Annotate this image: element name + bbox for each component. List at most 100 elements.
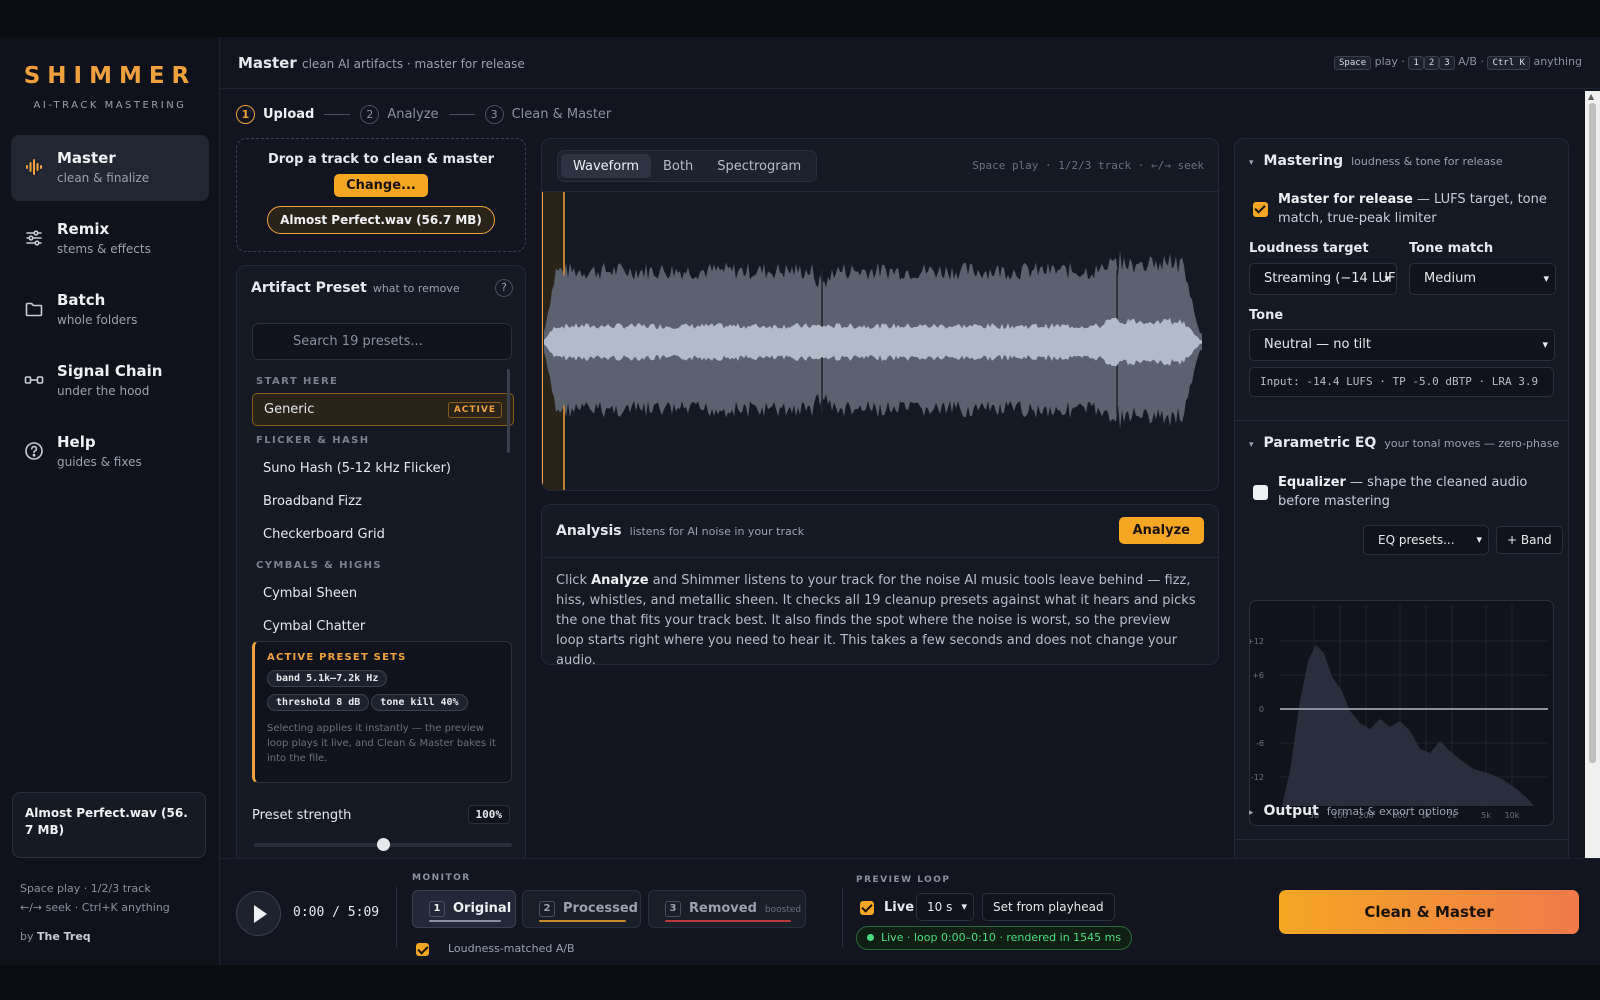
loudness-target-value: Streaming (−14 LUFS)	[1264, 271, 1397, 286]
sidebar-item-title: Remix	[57, 220, 110, 238]
sidebar-item-title: Master	[57, 149, 116, 167]
drop-zone[interactable]: Drop a track to clean & master Change...…	[236, 138, 526, 252]
eq-spectrum-fill	[1280, 645, 1534, 806]
preset-item-suno-hash[interactable]: Suno Hash (5-12 kHz Flicker)	[252, 452, 514, 485]
active-sets-title: ACTIVE PRESET SETS	[267, 652, 407, 663]
brand-logo: SHIMMER	[23, 63, 197, 89]
set-from-playhead-button[interactable]: Set from playhead	[982, 893, 1115, 921]
monitor-removed-button[interactable]: 3 Removed boosted	[648, 890, 806, 928]
preset-search-input[interactable]: Search 19 presets...	[252, 323, 512, 360]
preset-panel-title: Artifact Preset what to remove	[251, 280, 460, 296]
monitor-processed-button[interactable]: 2 Processed	[522, 890, 641, 928]
boosted-tag: boosted	[764, 905, 802, 915]
waveform-graphic	[542, 192, 1202, 490]
sidebar-item-sub: stems & effects	[57, 242, 151, 256]
scroll-up-icon[interactable]: ▲	[1588, 92, 1594, 101]
sidebar-item-signal-chain[interactable]: Signal Chain under the hood	[11, 348, 209, 414]
step-analyze[interactable]: 2 Analyze	[360, 104, 439, 124]
kbd-play-text: play ·	[1374, 55, 1405, 68]
equalizer-label: Equalizer — shape the cleaned audio befo…	[1278, 473, 1558, 511]
preset-item-label: Generic	[264, 402, 315, 417]
analysis-header: Analysis listens for AI noise in your tra…	[556, 523, 804, 539]
sidebar-item-master[interactable]: Master clean & finalize	[11, 135, 209, 201]
sidebar-item-remix[interactable]: Remix stems & effects	[11, 206, 209, 272]
tone-value: Neutral — no tilt	[1264, 337, 1371, 352]
preset-strength-label: Preset strength	[252, 808, 352, 823]
output-section-header[interactable]: ▸ Output format & export options	[1249, 803, 1459, 819]
collapse-caret-icon: ▾	[1249, 440, 1254, 450]
loudness-target-label: Loudness target	[1249, 241, 1369, 256]
analyze-button[interactable]: Analyze	[1118, 517, 1204, 544]
waveform-canvas[interactable]	[542, 191, 1218, 490]
sidebar-nav: Master clean & finalize Remix stems & ef…	[11, 135, 209, 490]
loop-length-select[interactable]: 10 s ▾	[916, 893, 974, 921]
mastering-section-header[interactable]: ▾ Mastering loudness & tone for release	[1249, 153, 1503, 169]
chevron-down-icon: ▾	[961, 900, 967, 913]
loaded-file-pill: Almost Perfect.wav (56.7 MB)	[267, 206, 495, 234]
loudness-matched-label: Loudness-matched A/B	[448, 942, 575, 955]
sidebar-item-title: Help	[57, 433, 96, 451]
eq-graph[interactable]: +12+60-6-12501002005001k2k5k10k	[1249, 600, 1554, 826]
eq-section-header[interactable]: ▾ Parametric EQ your tonal moves — zero-ph…	[1249, 435, 1559, 451]
sidebar-item-batch[interactable]: Batch whole folders	[11, 277, 209, 343]
credit: by The Treq	[20, 930, 91, 943]
step-upload[interactable]: 1 Upload	[236, 104, 314, 124]
preset-item-cymbal-chatter[interactable]: Cymbal Chatter	[252, 610, 514, 643]
eq-x-tick-label: 10k	[1505, 811, 1520, 820]
mastering-check-bold: Master for release	[1278, 192, 1413, 207]
current-file-card[interactable]: Almost Perfect.wav (56.7 MB)	[12, 792, 206, 858]
credit-name[interactable]: The Treq	[37, 930, 91, 943]
preset-item-cymbal-sheen[interactable]: Cymbal Sheen	[252, 577, 514, 610]
loudness-target-select[interactable]: Streaming (−14 LUFS) ▾	[1249, 263, 1397, 295]
clean-master-button[interactable]: Clean & Master	[1279, 890, 1579, 934]
eq-y-tick-label: -12	[1251, 773, 1264, 782]
preset-strength-slider[interactable]	[254, 838, 512, 851]
tab-waveform[interactable]: Waveform	[561, 154, 651, 178]
artifact-preset-panel: Artifact Preset what to remove ? Search 1…	[236, 265, 526, 865]
help-icon[interactable]: ?	[495, 279, 513, 297]
preset-item-generic[interactable]: Generic ACTIVE	[252, 393, 514, 426]
add-band-button[interactable]: + Band	[1496, 526, 1563, 554]
eq-presets-select[interactable]: EQ presets... ▾	[1363, 525, 1489, 555]
step-clean-master[interactable]: 3 Clean & Master	[484, 104, 611, 124]
step-label: Analyze	[387, 106, 439, 122]
live-status-pill: Live · loop 0:00–0:10 · rendered in 1545…	[856, 926, 1133, 950]
step-connector	[324, 113, 351, 115]
tone-match-value: Medium	[1424, 271, 1476, 286]
step-number: 3	[484, 104, 504, 124]
sidebar-item-sub: under the hood	[57, 384, 150, 398]
kbd-ab-text: A/B ·	[1458, 55, 1484, 68]
analysis-panel: Analysis listens for AI noise in your tra…	[541, 504, 1220, 668]
tone-select[interactable]: Neutral — no tilt ▾	[1249, 329, 1555, 361]
preview-loop-label: PREVIEW LOOP	[856, 875, 951, 885]
equalizer-checkbox[interactable]	[1253, 485, 1268, 500]
preset-item-checkerboard-grid[interactable]: Checkerboard Grid	[252, 518, 514, 551]
tab-spectrogram[interactable]: Spectrogram	[705, 154, 813, 178]
preset-item-broadband-fizz[interactable]: Broadband Fizz	[252, 485, 514, 518]
param-chip: tone kill 40%	[371, 694, 468, 711]
tone-match-select[interactable]: Medium ▾	[1409, 263, 1556, 295]
main-scrollbar[interactable]: ▲ ▼	[1585, 91, 1600, 895]
chevron-down-icon: ▾	[1476, 533, 1482, 546]
waveform-icon	[26, 159, 42, 175]
change-file-button[interactable]: Change...	[334, 174, 428, 197]
eq-y-tick-label: -6	[1256, 739, 1264, 748]
analysis-text-bold: Analyze	[591, 573, 649, 588]
scrollbar-thumb[interactable]	[1589, 103, 1596, 763]
master-for-release-checkbox[interactable]	[1253, 202, 1268, 217]
divider	[396, 887, 397, 947]
tab-both[interactable]: Both	[651, 154, 705, 178]
active-sets-chips: band 5.1k–7.2k Hz threshold 8 dB tone kil…	[267, 663, 499, 711]
slider-knob[interactable]	[377, 838, 390, 851]
preset-list-scrollbar[interactable]	[507, 369, 510, 453]
playback-time: 0:00 / 5:09	[293, 905, 380, 920]
monitor-original-button[interactable]: 1 Original	[412, 890, 516, 928]
chevron-down-icon: ▾	[1542, 338, 1548, 351]
play-button[interactable]	[236, 891, 281, 936]
key-hint: 3	[665, 901, 681, 917]
loudness-matched-checkbox[interactable]	[416, 943, 429, 956]
live-checkbox[interactable]	[860, 901, 874, 915]
active-sets-note: Selecting applies it instantly — the pre…	[267, 723, 496, 764]
key-hint: 1	[429, 901, 445, 917]
sidebar-item-help[interactable]: Help guides & fixes	[11, 419, 209, 485]
